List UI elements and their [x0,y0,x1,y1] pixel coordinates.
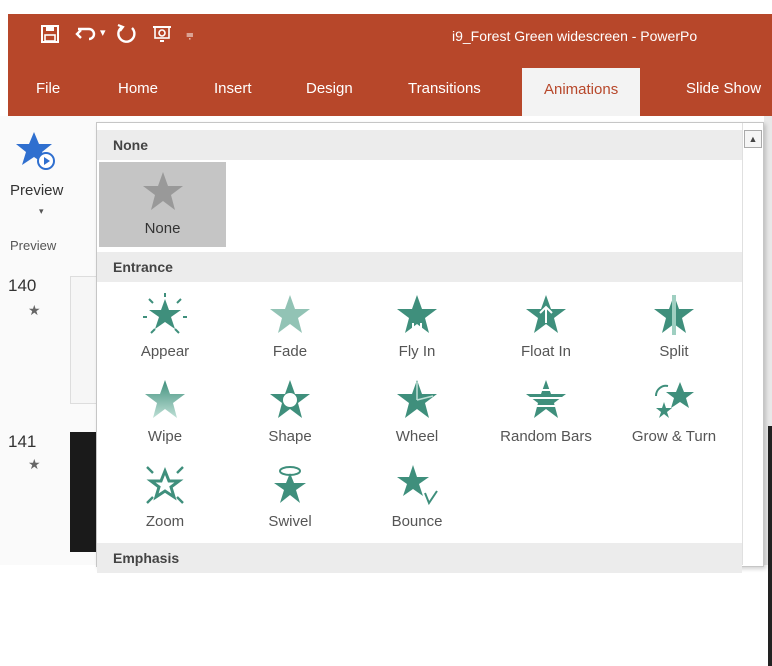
appear-icon [143,293,187,334]
tab-slide-show[interactable]: Slide Show [686,80,761,97]
split-icon [654,295,694,335]
animation-label: Grow & Turn [631,428,717,445]
zoom-icon [146,466,184,504]
animation-label: Float In [520,343,572,360]
wheel-icon [397,380,437,418]
save-icon[interactable] [38,22,62,46]
gallery-scrollbar[interactable] [742,123,763,565]
random-bars-icon [526,380,566,418]
undo-dropdown-icon[interactable]: ▾ [100,26,106,39]
float-in-icon [526,295,566,333]
slide-number-140: 140 [8,276,37,295]
undo-icon[interactable] [74,22,98,46]
swivel-icon [274,466,306,503]
animation-label: Wheel [395,428,439,445]
animation-shape[interactable]: Shape [240,378,340,458]
animation-split[interactable]: Split [624,293,724,373]
animation-fly-in[interactable]: Fly In [367,293,467,373]
slide-animation-marker: ★ [28,456,41,472]
animation-wipe[interactable]: Wipe [115,378,215,458]
section-entrance: Entrance [97,252,742,282]
animation-none[interactable]: None [99,162,226,247]
redo-icon[interactable] [114,22,138,46]
animation-appear[interactable]: Appear [115,293,215,373]
fade-icon [270,295,310,333]
wipe-icon [145,380,185,418]
tab-animations[interactable]: Animations [522,68,641,116]
preview-group-label: Preview [10,238,57,253]
tab-design[interactable]: Design [306,80,353,97]
animation-fade[interactable]: Fade [240,293,340,373]
animation-grow-and-turn[interactable]: Grow & Turn [624,378,724,458]
animation-label: Split [659,343,689,360]
window-title: i9_Forest Green widescreen - PowerPo [452,28,698,44]
bounce-icon [397,465,438,506]
animation-bounce[interactable]: Bounce [367,463,467,543]
preview-dropdown-icon[interactable]: ▾ [39,206,44,217]
presentation-icon[interactable] [150,22,174,46]
section-none: None [97,130,742,160]
fly-in-icon [397,295,437,337]
editor-edge [764,116,772,666]
scroll-up-icon[interactable]: ▲ [744,130,762,148]
animation-label: None [144,220,181,237]
animation-random-bars[interactable]: Random Bars [496,378,596,458]
animation-label: Shape [268,428,312,445]
animation-swivel[interactable]: Swivel [240,463,340,543]
animation-label: Appear [140,343,190,360]
none-star-icon [143,172,183,210]
tab-insert[interactable]: Insert [214,80,252,97]
animation-zoom[interactable]: Zoom [115,463,215,543]
animation-wheel[interactable]: Wheel [367,378,467,458]
animation-label: Bounce [391,513,443,530]
shape-icon [270,380,310,418]
tab-transitions[interactable]: Transitions [408,80,481,97]
tab-file[interactable]: File [36,80,60,97]
grow-and-turn-icon [654,382,694,418]
preview-star-icon[interactable] [16,128,56,174]
animation-label: Random Bars [500,428,592,445]
section-emphasis: Emphasis [97,543,742,573]
animation-label: Zoom [145,513,185,530]
animation-label: Fly In [398,343,436,360]
animation-label: Fade [272,343,308,360]
tab-home[interactable]: Home [118,80,158,97]
preview-button-label[interactable]: Preview [10,182,63,199]
animation-label: Swivel [268,513,312,530]
customize-qat-icon[interactable]: ⩦ [186,26,194,42]
animation-label: Wipe [147,428,183,445]
slide-number-141: 141 [8,432,37,451]
animation-float-in[interactable]: Float In [496,293,596,373]
slide-animation-marker: ★ [28,302,41,318]
